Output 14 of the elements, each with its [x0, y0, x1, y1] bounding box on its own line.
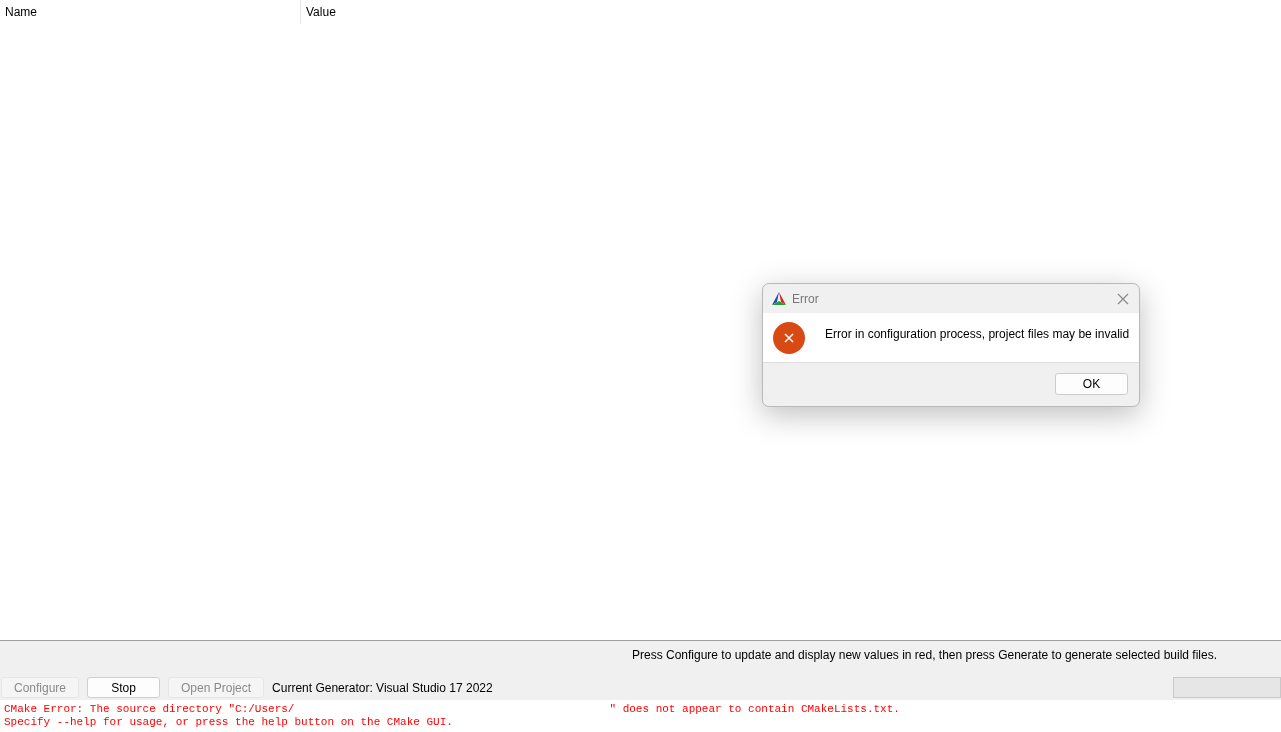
action-button[interactable]: Stop	[87, 677, 161, 698]
hint-text: Press Configure to update and display new values in red, then press Generate to generate selected build files.	[631, 647, 1217, 664]
triangle-logo-icon	[771, 290, 787, 307]
column-header[interactable]: Value	[301, 0, 336, 24]
ok-button[interactable]: OK	[1055, 373, 1128, 395]
generator-label: Current Generator: Visual Studio 17 2022	[272, 680, 493, 695]
log-text: CMake Error: The source directory "C:/Users/	[4, 703, 295, 716]
log-text: Specify --help for usage, or press the help button on the CMake GUI.	[4, 716, 453, 729]
column-header[interactable]: Name	[0, 0, 301, 24]
error-icon	[773, 321, 805, 354]
close-icon[interactable]	[1117, 292, 1129, 305]
dialog-title: Error	[792, 291, 819, 306]
error-message: Error in configuration process, project files may be invalid	[825, 326, 1130, 341]
log-text: " does not appear to contain CMakeLists.txt.	[609, 703, 900, 716]
